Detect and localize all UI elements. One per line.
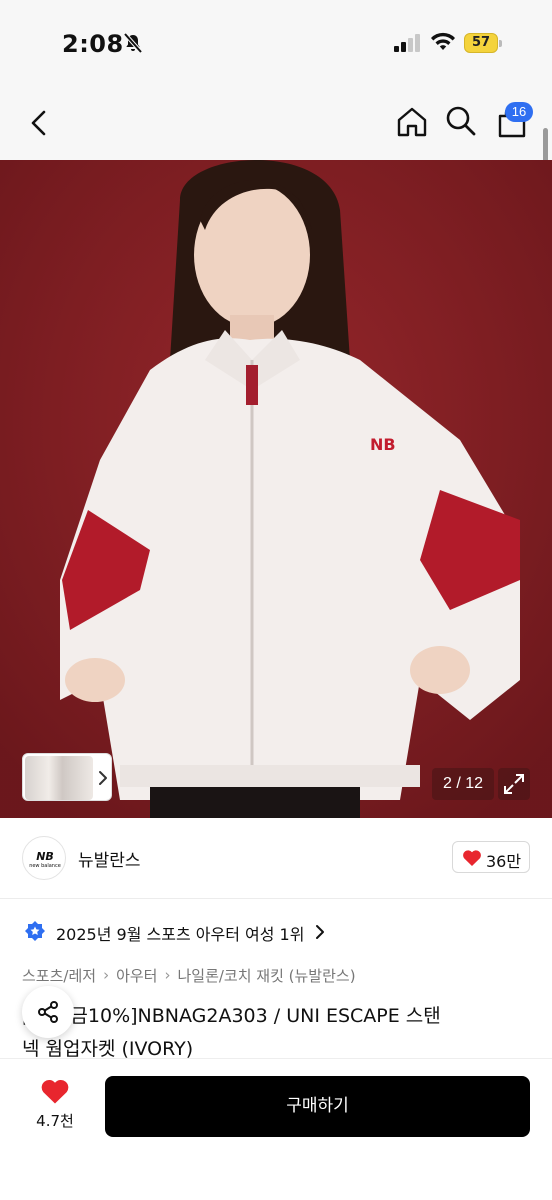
share-icon [38,1001,58,1023]
breadcrumb-item[interactable]: 나일론/코치 재킷 (뉴발란스) [177,965,355,986]
product-photo: NB [0,160,552,818]
expand-button[interactable] [498,768,530,800]
cart-count-badge: 16 [505,102,533,122]
battery-icon: 57 [464,33,502,53]
cellular-signal-icon [394,34,420,52]
ranking-badge-icon [25,921,45,941]
breadcrumb-item[interactable]: 아우터 [116,965,157,986]
top-navigation [0,90,552,160]
share-button[interactable] [22,986,74,1038]
new-balance-logo-icon: NB new balance [29,850,61,869]
product-image-gallery[interactable]: NB [0,160,552,818]
bell-muted-icon [123,32,143,54]
expand-icon [504,774,524,794]
heart-icon [41,1079,69,1104]
image-page-counter: 2 / 12 [432,768,494,800]
thumbnail-image [25,756,93,800]
buy-button[interactable]: 구매하기 [105,1076,530,1137]
gallery-thumbnail-strip[interactable] [22,753,112,801]
chevron-right-icon [99,771,107,785]
status-bar: 2:08 57 [0,0,552,90]
wifi-icon [431,32,455,50]
svg-text:NB: NB [370,435,396,454]
home-icon[interactable] [394,104,430,140]
back-arrow-icon[interactable] [22,106,56,140]
brand-like-count: 36만 [486,852,522,871]
breadcrumb: 스포츠/레저 › 아우터 › 나일론/코치 재킷 (뉴발란스) [22,964,356,986]
wishlist-button[interactable]: 4.7천 [26,1076,84,1136]
breadcrumb-item[interactable]: 스포츠/레저 [22,965,96,986]
battery-level: 57 [471,35,491,50]
breadcrumb-separator-icon: › [103,966,110,984]
search-icon[interactable] [444,104,478,138]
brand-name[interactable]: 뉴발란스 [78,846,141,871]
chevron-right-icon[interactable] [314,924,326,940]
svg-text:NB: NB [36,850,54,863]
wishlist-count: 4.7천 [36,1112,74,1130]
section-divider [0,898,552,899]
product-title-line: [최대 금10%]NBNAG2A303 / UNI ESCAPE 스탠 [22,1005,441,1027]
brand-like-button[interactable]: 36만 [452,841,530,873]
heart-icon [463,850,481,866]
ranking-text[interactable]: 2025년 9월 스포츠 아우터 여성 1위 [56,921,304,945]
svg-text:new balance: new balance [29,863,61,869]
product-title: [최대 금10%]NBNAG2A303 / UNI ESCAPE 스탠 넥 웜업… [22,1000,532,1066]
breadcrumb-separator-icon: › [164,966,171,984]
status-time: 2:08 [62,30,124,58]
brand-logo[interactable]: NB new balance [22,836,66,880]
